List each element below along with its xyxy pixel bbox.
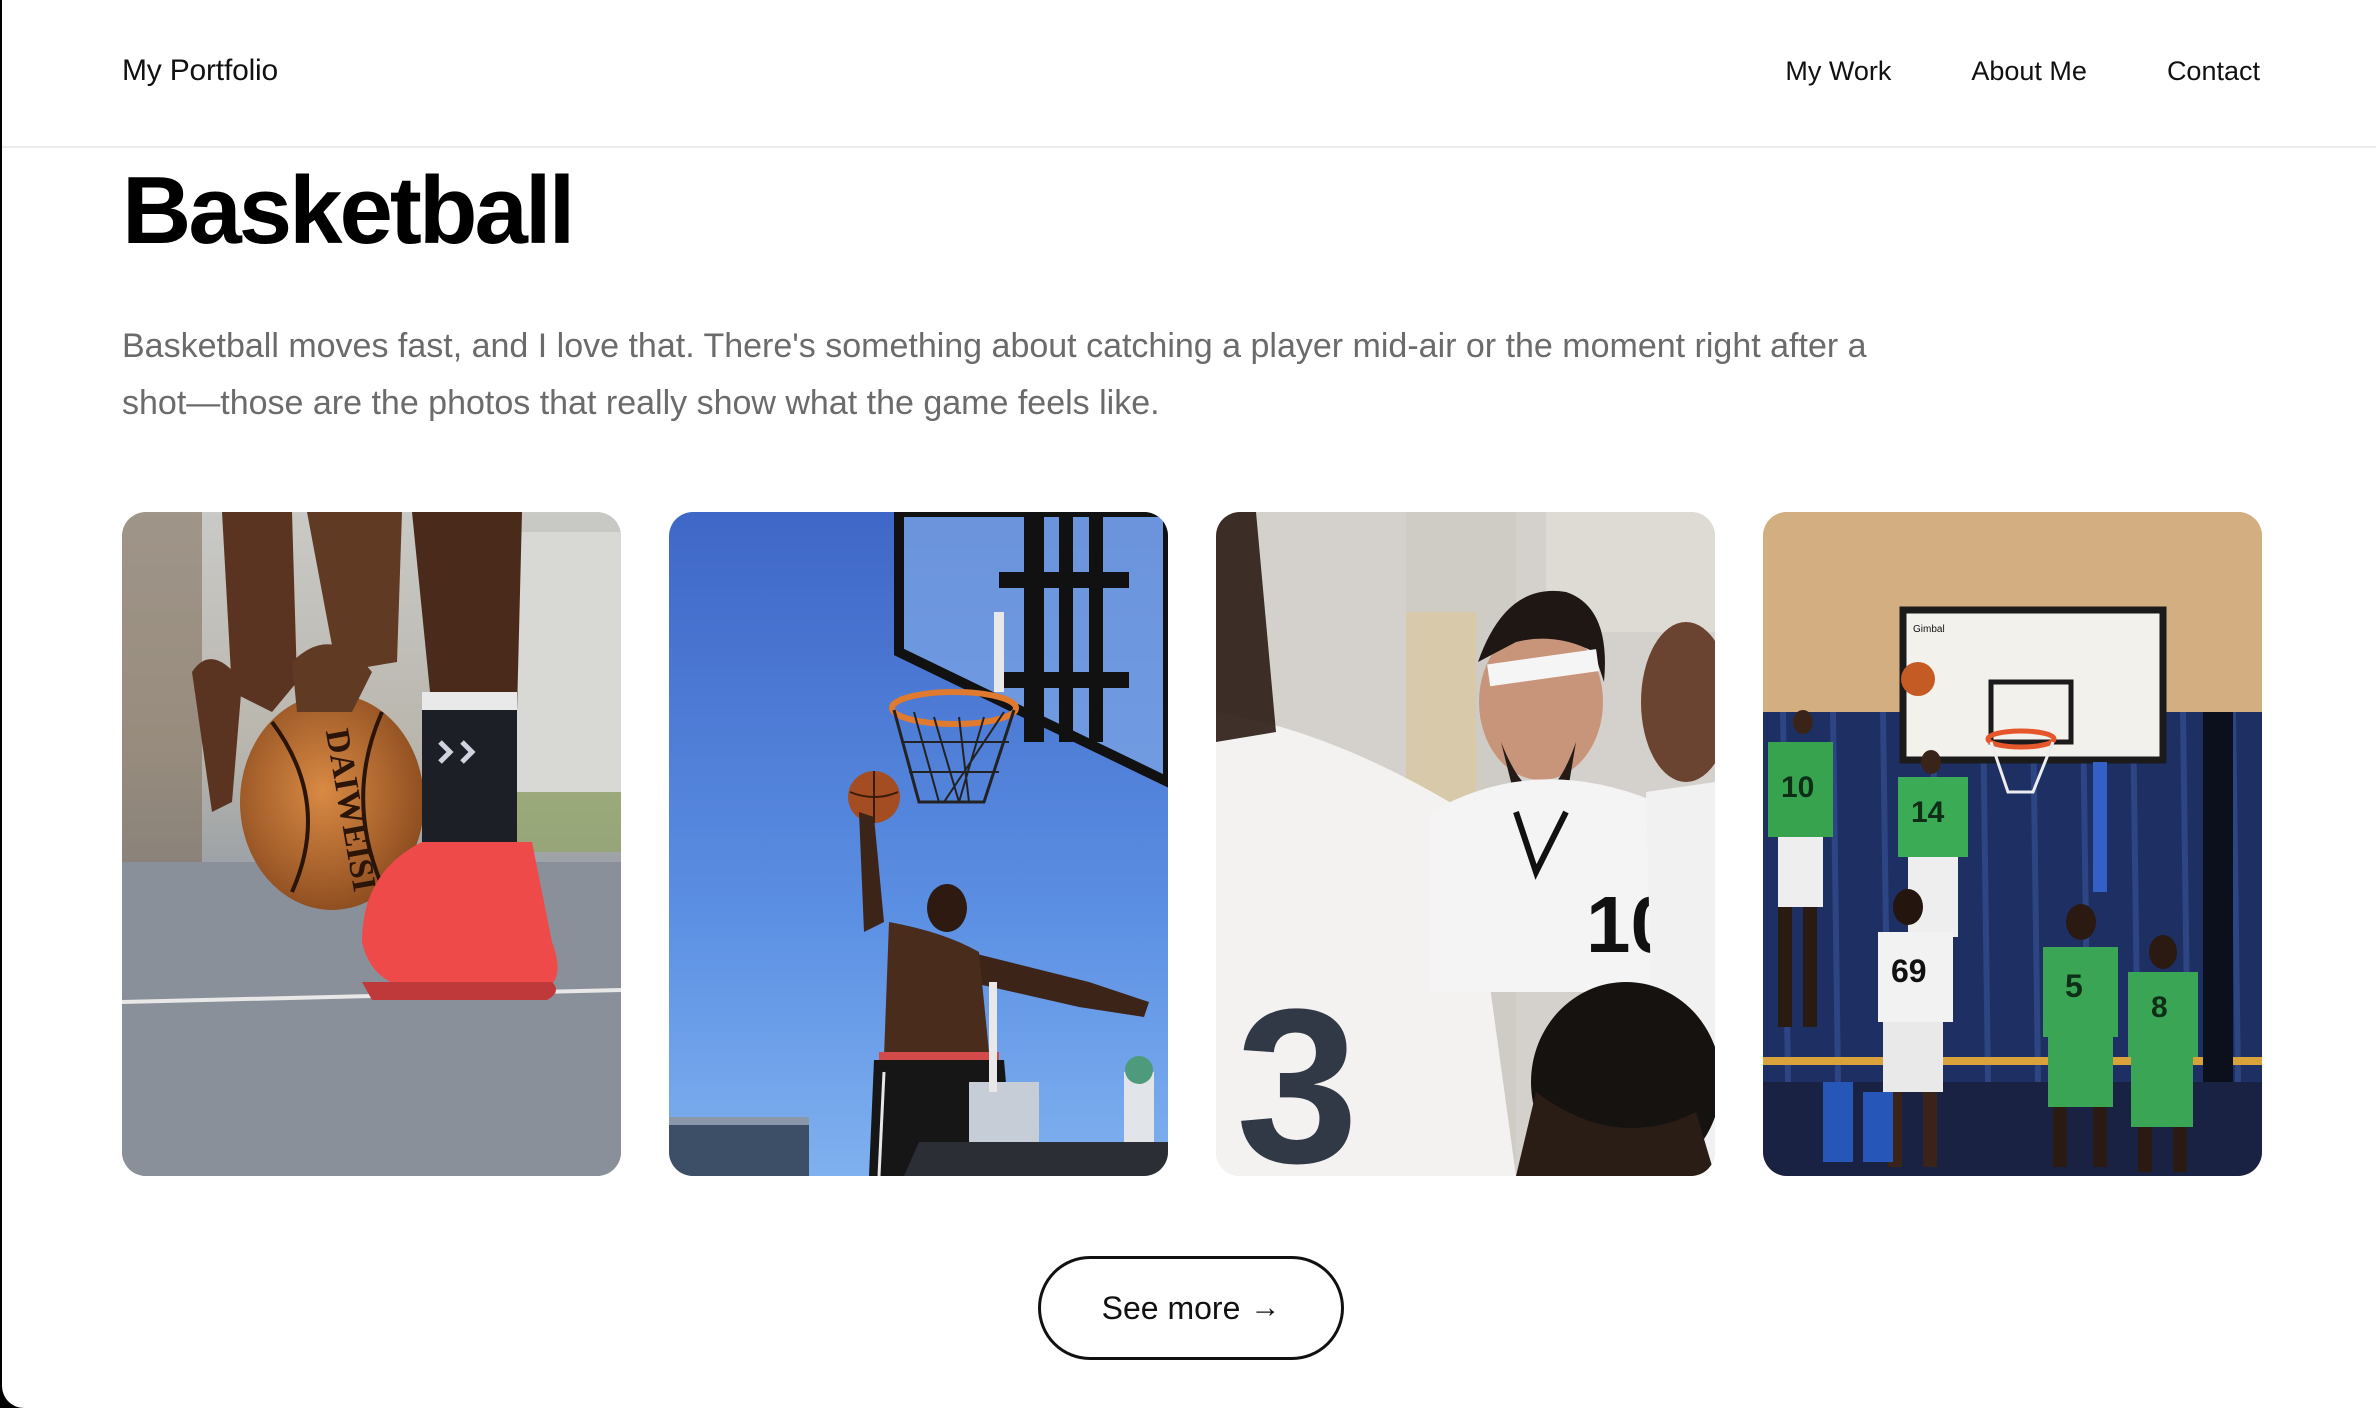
arrow-right-icon: →	[1250, 1291, 1281, 1324]
hand-dribbling-ball-photo[interactable]: DAIWEISI	[122, 512, 621, 1176]
svg-text:3: 3	[1236, 963, 1358, 1176]
section-title: Basketball	[122, 157, 575, 264]
portfolio-page: My Portfolio My Work About Me Contact Ba…	[2, 0, 2376, 1408]
see-more-label: See more	[1101, 1289, 1241, 1326]
nav-contact[interactable]: Contact	[2167, 56, 2260, 87]
section-description: Basketball moves fast, and I love that. …	[122, 327, 1867, 422]
svg-text:5: 5	[2065, 968, 2083, 1004]
svg-text:8: 8	[2151, 991, 2168, 1024]
svg-text:69: 69	[1891, 953, 1927, 989]
svg-text:10: 10	[1781, 771, 1814, 804]
see-more-button[interactable]: See more →	[1038, 1256, 1344, 1360]
indoor-game-photo[interactable]: Gimbal 10 14 69 5 8	[1763, 512, 2262, 1176]
nav-my-work[interactable]: My Work	[1785, 56, 1891, 87]
svg-text:14: 14	[1911, 796, 1945, 829]
main-nav: My Work About Me Contact	[1785, 56, 2260, 87]
photo-gallery: DAIWEISI 3 10 Gimbal 10 14 69 5 8	[122, 512, 2262, 1176]
nav-about-me[interactable]: About Me	[1971, 56, 2087, 87]
brand-link[interactable]: My Portfolio	[122, 54, 278, 88]
site-header: My Portfolio My Work About Me Contact	[2, 0, 2376, 148]
players-huddle-photo[interactable]: 3 10	[1216, 512, 1715, 1176]
svg-text:Gimbal: Gimbal	[1913, 624, 1945, 635]
slam-dunk-photo[interactable]	[669, 512, 1168, 1176]
